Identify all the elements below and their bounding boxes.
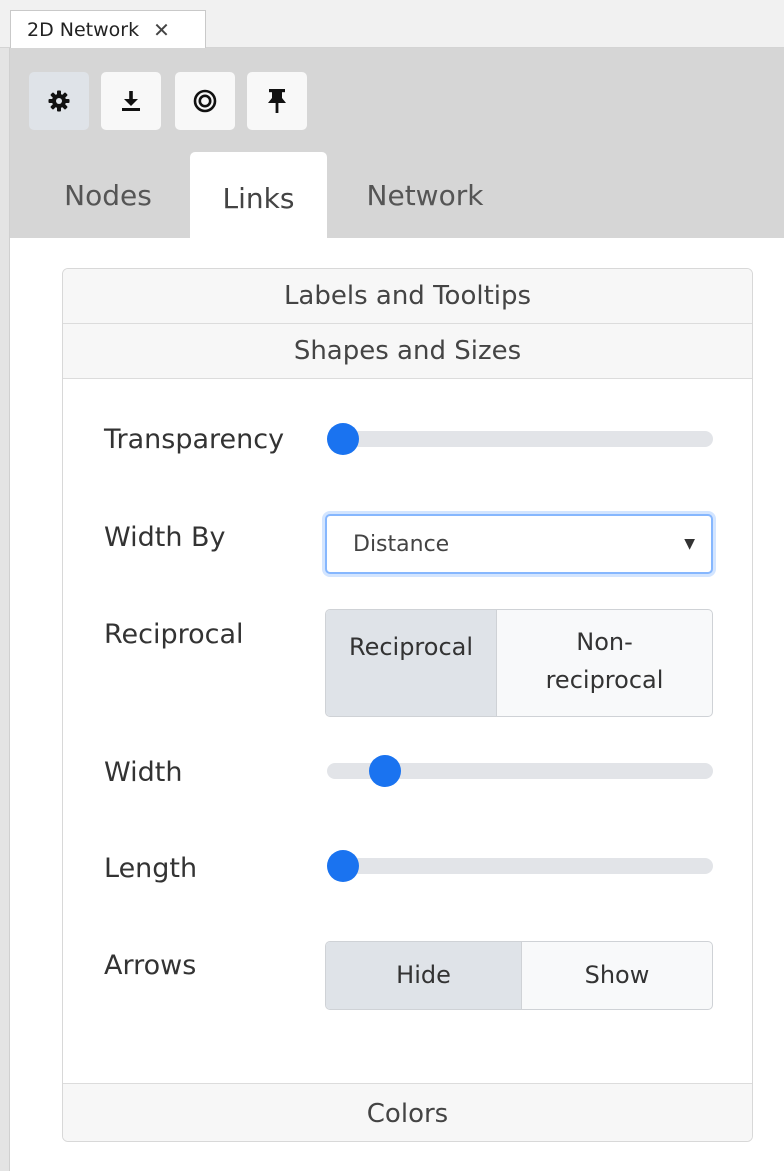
accordion-title: Labels and Tooltips [283,281,532,311]
width-slider[interactable] [327,755,713,787]
left-frame-stripe [0,48,10,1171]
accordion-title: Shapes and Sizes [293,336,522,366]
gear-icon [47,89,71,113]
document-tab-bar: 2D Network ✕ [0,0,784,49]
target-icon [192,88,218,114]
length-slider[interactable] [327,850,713,882]
show-arrows-option[interactable]: Show [521,942,712,1009]
shapes-sizes-header[interactable]: Shapes and Sizes [63,324,752,379]
option-label: Hide [396,961,451,990]
download-button[interactable] [101,72,161,130]
option-label: Non-reciprocal [545,627,664,694]
tab-links[interactable]: Links [190,152,327,238]
close-icon[interactable]: ✕ [153,18,170,42]
slider-thumb[interactable] [327,423,359,455]
pin-button[interactable] [247,72,307,130]
caret-down-icon: ▼ [684,536,695,552]
option-label: Reciprocal [348,633,474,661]
center-view-button[interactable] [175,72,235,130]
tab-label: Nodes [64,178,152,212]
accordion-title: Colors [366,1098,449,1129]
transparency-slider[interactable] [327,423,713,455]
length-label: Length [104,853,198,884]
document-tab-2d-network[interactable]: 2D Network ✕ [10,10,206,49]
arrows-label: Arrows [104,950,197,981]
download-icon [119,89,143,113]
tab-network[interactable]: Network [350,152,500,238]
document-tab-title: 2D Network [27,19,140,41]
slider-thumb[interactable] [327,850,359,882]
reciprocal-label: Reciprocal [104,619,244,650]
option-label: Show [584,961,650,990]
reciprocal-option[interactable]: Reciprocal [326,610,496,716]
non-reciprocal-option[interactable]: Non-reciprocal [496,610,712,716]
labels-tooltips-header[interactable]: Labels and Tooltips [63,269,752,324]
reciprocal-toggle-group: Reciprocal Non-reciprocal [325,609,713,717]
width-label: Width [104,757,183,788]
colors-header[interactable]: Colors [63,1083,752,1141]
width-by-label: Width By [104,522,226,553]
width-by-select[interactable]: Distance ▼ [325,514,713,574]
links-accordion: Labels and Tooltips Shapes and Sizes Tra… [62,268,753,1142]
hide-arrows-option[interactable]: Hide [326,942,521,1009]
slider-thumb[interactable] [369,755,402,787]
tab-nodes[interactable]: Nodes [48,152,168,238]
tab-label: Links [222,181,295,215]
select-value: Distance [353,531,450,557]
tab-label: Network [366,178,484,212]
pin-icon [266,88,288,114]
transparency-label: Transparency [104,424,285,455]
settings-button[interactable] [29,72,89,130]
arrows-toggle-group: Hide Show [325,941,713,1010]
